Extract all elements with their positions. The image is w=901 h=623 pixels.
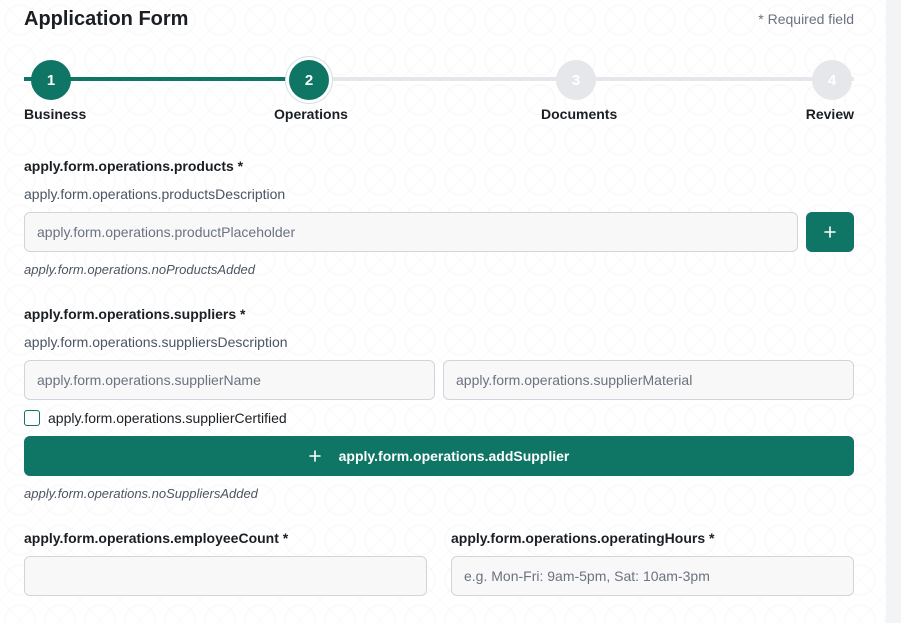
products-description: apply.form.operations.productsDescriptio… — [24, 186, 286, 202]
operating-hours-input[interactable] — [451, 556, 854, 596]
step-2-circle[interactable]: 2 — [289, 60, 329, 100]
step-2-label: Operations — [274, 106, 348, 122]
step-3-label: Documents — [541, 106, 618, 122]
step-4-circle[interactable]: 4 — [812, 60, 852, 100]
supplier-name-input[interactable] — [24, 360, 435, 400]
employee-count-input[interactable] — [24, 556, 427, 596]
supplier-certified-label[interactable]: apply.form.operations.supplierCertified — [48, 410, 287, 426]
step-4-number: 4 — [827, 71, 837, 89]
suppliers-description: apply.form.operations.suppliersDescripti… — [24, 334, 288, 350]
form-header: Application Form * Required field — [24, 8, 854, 32]
add-product-button[interactable] — [806, 212, 854, 252]
employee-count-label: apply.form.operations.employeeCount * — [24, 530, 289, 546]
product-input[interactable] — [24, 212, 798, 252]
step-2-number: 2 — [304, 71, 314, 89]
step-1-circle[interactable]: 1 — [31, 60, 71, 100]
required-field-note: * Required field — [758, 11, 854, 27]
step-4-label: Review — [805, 106, 854, 122]
add-supplier-label: apply.form.operations.addSupplier — [338, 448, 570, 464]
suppliers-label: apply.form.operations.suppliers * — [24, 306, 246, 322]
operating-hours-label: apply.form.operations.operatingHours * — [451, 530, 715, 546]
supplier-material-input[interactable] — [443, 360, 854, 400]
step-3-number: 3 — [571, 71, 581, 89]
progress-stepper: 1 2 3 4 Business Operations Documents Re… — [24, 58, 854, 122]
step-1-number: 1 — [46, 71, 56, 89]
products-label: apply.form.operations.products * — [24, 158, 244, 174]
step-1-label: Business — [24, 106, 87, 122]
supplier-certified-checkbox[interactable] — [24, 410, 40, 426]
scrollbar[interactable] — [886, 0, 901, 623]
add-supplier-button[interactable]: apply.form.operations.addSupplier — [24, 436, 854, 476]
plus-icon — [824, 226, 836, 238]
plus-icon — [308, 450, 321, 462]
page-title: Application Form — [24, 8, 189, 30]
no-suppliers-hint: apply.form.operations.noSuppliersAdded — [24, 486, 258, 501]
no-products-hint: apply.form.operations.noProductsAdded — [24, 262, 256, 277]
step-3-circle[interactable]: 3 — [556, 60, 596, 100]
